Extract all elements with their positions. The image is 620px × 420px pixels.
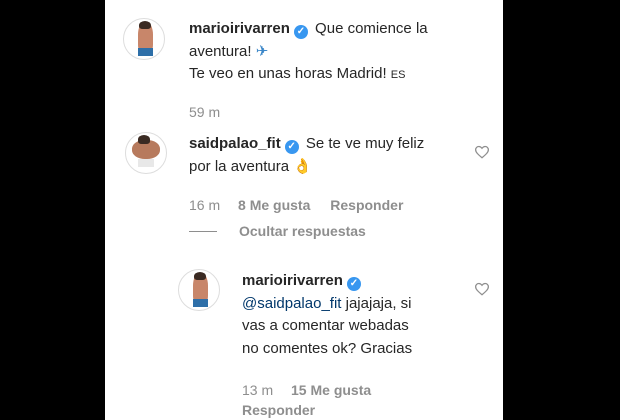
reply-body: marioirivarren ✓ @saidpalao_fit jajajaja,… [242,270,472,360]
likes-count[interactable]: 15 Me gusta [291,382,371,398]
reply-button[interactable]: Responder [330,197,403,213]
timestamp[interactable]: 13 m [242,382,273,398]
airplane-emoji: ✈ [255,42,269,60]
comment-text: Que comience la [310,20,428,37]
comment-text: jajajaja, si [341,294,412,312]
comment-text: Se te ve muy feliz [301,135,425,152]
comment-meta: 59 m [189,104,220,120]
comment-meta: 16 m 8 Me gusta Responder [189,197,403,213]
verified-badge-icon: ✓ [346,277,361,291]
comment-text: Te veo en unas horas Madrid! [189,65,391,82]
hide-replies-label: Ocultar respuestas [239,223,366,239]
verified-badge-icon: ✓ [293,25,308,39]
heart-outline-icon[interactable] [474,282,490,296]
username[interactable]: marioirivarren [242,272,343,289]
comment-body: marioirivarren ✓ Que comience la aventura… [189,18,479,87]
replies-divider [189,231,217,232]
username[interactable]: marioirivarren [189,20,290,37]
comment-text: aventura! [189,42,256,60]
timestamp[interactable]: 59 m [189,104,220,120]
username[interactable]: saidpalao_fit [189,135,281,152]
heart-outline-icon[interactable] [474,145,490,159]
likes-count[interactable]: 8 Me gusta [238,197,310,213]
mention-link[interactable]: @saidpalao_fit [242,295,341,312]
ok-hand-emoji: 👌 [293,157,312,175]
comment-text: no comentes ok? Gracias [242,339,413,357]
comments-panel: marioirivarren ✓ Que comience la aventura… [105,0,503,420]
comment-body: saidpalao_fit ✓ Se te ve muy feliz por la… [189,133,459,178]
reply-button[interactable]: Responder [242,402,315,418]
reply-meta: 13 m 15 Me gusta Responder [242,380,442,420]
avatar[interactable] [178,269,220,311]
flag-emoji: ES [390,69,406,81]
comment-text: por la aventura [189,157,294,175]
hide-replies-button[interactable]: Ocultar respuestas [239,223,366,239]
avatar[interactable] [125,132,167,174]
avatar[interactable] [123,18,165,60]
timestamp[interactable]: 16 m [189,197,220,213]
verified-badge-icon: ✓ [284,140,299,154]
comment-text: vas a comentar webadas [242,317,409,334]
